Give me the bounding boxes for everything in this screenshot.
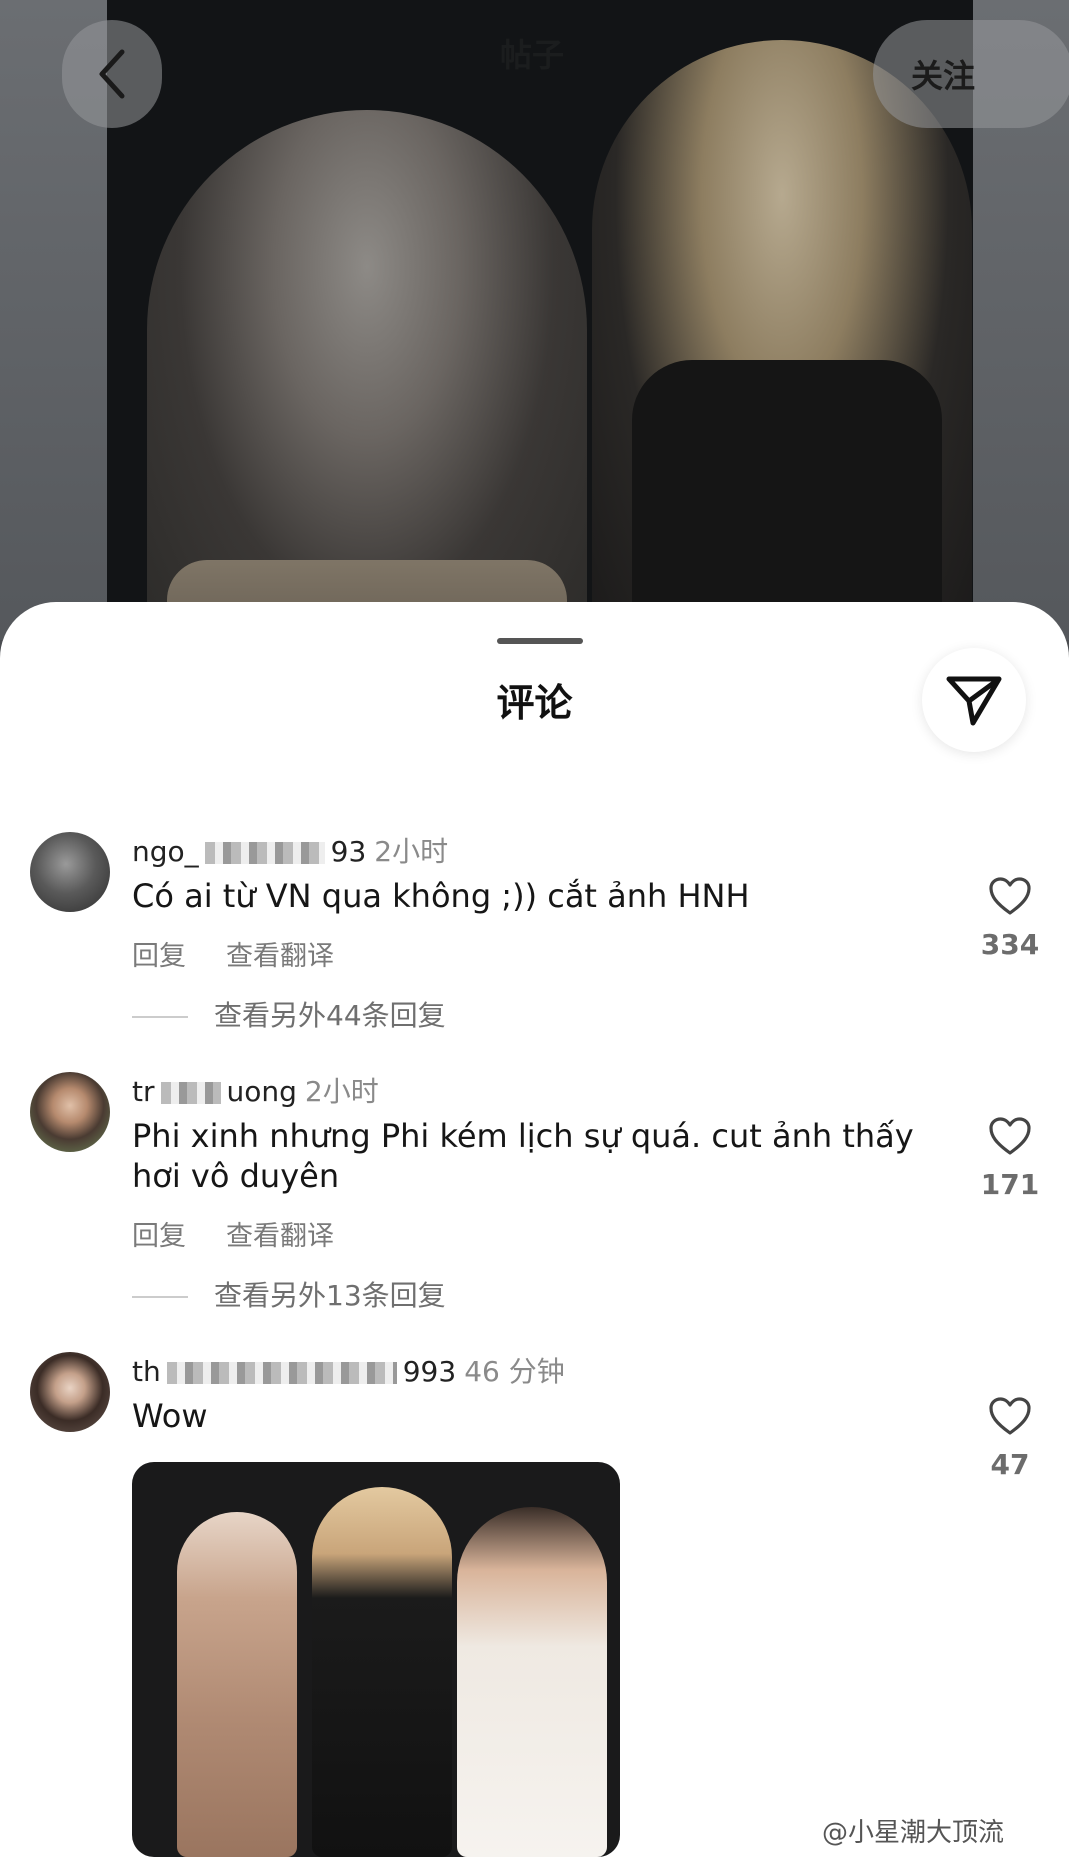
translate-button[interactable]: 查看翻译 xyxy=(226,941,334,972)
photo-person-left xyxy=(147,110,587,640)
redaction-mark xyxy=(160,1082,221,1104)
username-suffix: 993 xyxy=(402,1355,457,1388)
reply-button[interactable]: 回复 xyxy=(132,1221,186,1252)
comment-time: 2小时 xyxy=(304,1075,379,1108)
reply-button[interactable]: 回复 xyxy=(132,941,186,972)
like-count: 334 xyxy=(980,928,1040,961)
comment-username[interactable]: ngo_ 93 2小时 xyxy=(132,830,448,870)
replies-divider xyxy=(132,1016,188,1018)
faint-header-title: 帖子 xyxy=(500,36,565,74)
sheet-title: 评论 xyxy=(496,681,573,725)
more-replies-label: 查看另外13条回复 xyxy=(214,1279,446,1312)
send-icon xyxy=(946,676,1002,726)
sheet-grabber[interactable] xyxy=(497,638,583,644)
redaction-mark xyxy=(166,1362,397,1384)
username-suffix: 93 xyxy=(330,835,367,868)
comment-username[interactable]: th 993 46 分钟 xyxy=(132,1350,565,1390)
like-count: 171 xyxy=(980,1168,1040,1201)
like-control[interactable]: 334 xyxy=(972,876,1048,961)
photo-person xyxy=(312,1487,452,1857)
comment-time: 46 分钟 xyxy=(464,1355,565,1388)
username-suffix: uong xyxy=(226,1075,297,1108)
username-prefix: ngo_ xyxy=(132,835,199,868)
redaction-mark xyxy=(204,842,325,864)
photo-person-right xyxy=(592,40,972,640)
avatar[interactable] xyxy=(30,1352,110,1432)
comment-text: Có ai từ VN qua không ;)) cắt ảnh HNH xyxy=(132,877,750,915)
heart-icon xyxy=(989,1117,1031,1155)
comment-text: Phi xinh nhưng Phi kém lịch sự quá. cut … xyxy=(132,1117,914,1195)
view-more-replies[interactable]: 查看另外44条回复 xyxy=(132,994,446,1034)
avatar[interactable] xyxy=(30,832,110,912)
share-button[interactable] xyxy=(922,648,1026,752)
replies-divider xyxy=(132,1296,188,1298)
comment-attached-photo[interactable] xyxy=(132,1462,620,1857)
comment-username[interactable]: tr uong 2小时 xyxy=(132,1070,379,1110)
post-photo xyxy=(107,0,973,640)
back-button[interactable] xyxy=(62,20,162,128)
watermark: @小星潮大顶流 xyxy=(822,1818,1005,1848)
heart-icon xyxy=(989,877,1031,915)
like-control[interactable]: 171 xyxy=(972,1116,1048,1201)
comment-time: 2小时 xyxy=(374,835,449,868)
photo-person xyxy=(457,1507,607,1857)
comment-text: Wow xyxy=(132,1397,208,1435)
comment-actions: 回复 查看翻译 xyxy=(132,1214,334,1253)
comment-actions: 回复 查看翻译 xyxy=(132,934,334,973)
heart-icon xyxy=(989,1397,1031,1435)
more-replies-label: 查看另外44条回复 xyxy=(214,999,446,1032)
like-count: 47 xyxy=(990,1448,1030,1481)
follow-button[interactable]: 关注 xyxy=(873,20,1069,128)
username-prefix: th xyxy=(132,1355,161,1388)
avatar[interactable] xyxy=(30,1072,110,1152)
username-prefix: tr xyxy=(132,1075,155,1108)
view-more-replies[interactable]: 查看另外13条回复 xyxy=(132,1274,446,1314)
photo-person xyxy=(177,1512,297,1857)
chevron-left-icon xyxy=(99,49,125,99)
translate-button[interactable]: 查看翻译 xyxy=(226,1221,334,1252)
like-control[interactable]: 47 xyxy=(972,1396,1048,1481)
